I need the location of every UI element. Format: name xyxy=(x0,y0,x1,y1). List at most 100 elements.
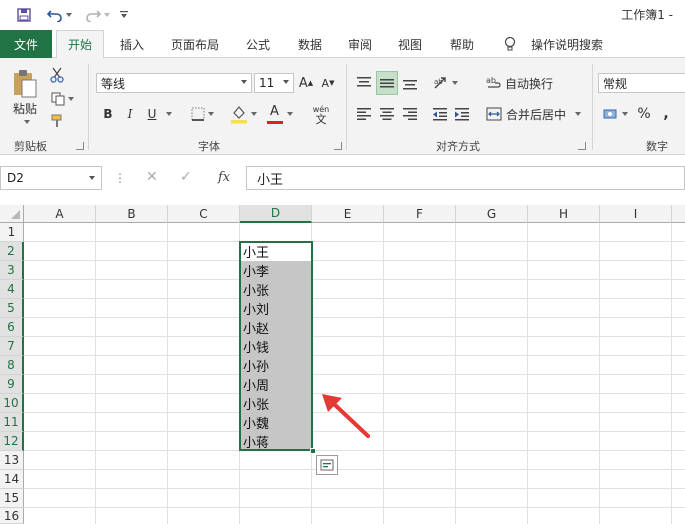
paste-icon[interactable] xyxy=(10,68,40,100)
alignment-launcher-icon[interactable] xyxy=(578,142,586,150)
cell-d10[interactable]: 小张 xyxy=(241,394,312,413)
increase-indent-icon[interactable] xyxy=(452,104,472,124)
percent-style-button[interactable]: % xyxy=(636,104,652,124)
number-format-select[interactable]: 常规 xyxy=(598,73,685,93)
cell-d9[interactable]: 小周 xyxy=(241,375,312,394)
cell-d12[interactable]: 小蒋 xyxy=(241,432,312,451)
row-header[interactable]: 11 xyxy=(0,413,24,432)
clipboard-launcher-icon[interactable] xyxy=(76,142,84,150)
tab-home[interactable]: 开始 xyxy=(56,30,104,59)
more-options-icon[interactable]: ⋮ xyxy=(114,171,126,185)
tab-insert[interactable]: 插入 xyxy=(112,30,152,58)
underline-dropdown-icon[interactable] xyxy=(162,104,172,124)
align-center-icon[interactable] xyxy=(377,104,397,124)
row-header[interactable]: 16 xyxy=(0,508,24,524)
paste-dropdown-icon[interactable] xyxy=(20,118,30,126)
enter-icon[interactable]: ✓ xyxy=(180,169,192,185)
wrap-text-icon[interactable]: ab xyxy=(484,73,504,93)
row-header[interactable]: 2 xyxy=(0,242,24,261)
row-header[interactable]: 1 xyxy=(0,223,24,242)
lightbulb-icon[interactable] xyxy=(498,30,522,58)
row-header[interactable]: 15 xyxy=(0,489,24,508)
row-header[interactable]: 3 xyxy=(0,261,24,280)
insert-function-icon[interactable]: fx xyxy=(218,170,230,185)
align-left-icon[interactable] xyxy=(354,104,374,124)
accounting-format-icon[interactable] xyxy=(600,104,630,124)
column-header-e[interactable]: E xyxy=(312,205,384,223)
underline-button[interactable]: U xyxy=(144,104,160,124)
comma-style-button[interactable]: , xyxy=(658,104,674,124)
cell-d2[interactable]: 小王 xyxy=(241,242,312,261)
wrap-text-button[interactable]: 自动换行 xyxy=(504,73,554,93)
grow-font-icon[interactable]: A ▲ xyxy=(298,73,314,93)
decrease-indent-icon[interactable] xyxy=(430,104,450,124)
cell-d6[interactable]: 小赵 xyxy=(241,318,312,337)
font-color-icon[interactable]: A xyxy=(262,102,296,126)
row-header[interactable]: 12 xyxy=(0,432,24,451)
italic-button[interactable]: I xyxy=(122,104,138,124)
row-header[interactable]: 7 xyxy=(0,337,24,356)
fill-handle[interactable] xyxy=(310,448,316,454)
cell-d7[interactable]: 小钱 xyxy=(241,337,312,356)
align-middle-icon[interactable] xyxy=(376,71,398,95)
row-header[interactable]: 6 xyxy=(0,318,24,337)
font-name-select[interactable]: 等线 xyxy=(96,73,252,93)
phonetic-guide-icon[interactable]: wén 文 xyxy=(304,102,338,128)
column-header-g[interactable]: G xyxy=(456,205,528,223)
shrink-font-icon[interactable]: A ▼ xyxy=(320,73,336,93)
tab-page-layout[interactable]: 页面布局 xyxy=(164,30,226,58)
tab-data[interactable]: 数据 xyxy=(290,30,330,58)
name-box[interactable]: D2 xyxy=(0,166,102,190)
fill-color-icon[interactable] xyxy=(226,102,260,126)
tab-file[interactable]: 文件 xyxy=(0,30,52,58)
row-header[interactable]: 5 xyxy=(0,299,24,318)
select-all-corner[interactable] xyxy=(0,205,24,223)
borders-icon[interactable] xyxy=(188,104,216,124)
redo-icon[interactable] xyxy=(82,6,112,24)
orientation-icon[interactable]: ab xyxy=(430,73,460,93)
row-header[interactable]: 9 xyxy=(0,375,24,394)
column-header-d[interactable]: D xyxy=(240,205,312,223)
copy-icon[interactable] xyxy=(48,90,76,108)
merge-center-icon[interactable] xyxy=(484,104,504,124)
merge-dropdown-icon[interactable] xyxy=(570,104,582,124)
column-header-j[interactable] xyxy=(672,205,685,223)
tab-help[interactable]: 帮助 xyxy=(442,30,482,58)
row-header[interactable]: 8 xyxy=(0,356,24,375)
column-header-a[interactable]: A xyxy=(24,205,96,223)
cell-d4[interactable]: 小张 xyxy=(241,280,312,299)
column-header-h[interactable]: H xyxy=(528,205,600,223)
merge-center-button[interactable]: 合并后居中 xyxy=(504,104,568,124)
formula-input[interactable]: 小王 xyxy=(246,166,685,190)
cell-d5[interactable]: 小刘 xyxy=(241,299,312,318)
undo-icon[interactable] xyxy=(44,6,74,24)
cell-d8[interactable]: 小孙 xyxy=(241,356,312,375)
paste-button[interactable]: 粘贴 xyxy=(8,101,42,116)
cell-d3[interactable]: 小李 xyxy=(241,261,312,280)
tab-review[interactable]: 审阅 xyxy=(340,30,380,58)
format-painter-icon[interactable] xyxy=(48,112,68,130)
tell-me-search[interactable]: 操作说明搜索 xyxy=(526,30,608,58)
cancel-icon[interactable]: ✕ xyxy=(146,169,158,185)
column-header-f[interactable]: F xyxy=(384,205,456,223)
tab-view[interactable]: 视图 xyxy=(390,30,430,58)
column-header-b[interactable]: B xyxy=(96,205,168,223)
row-header[interactable]: 13 xyxy=(0,451,24,470)
font-launcher-icon[interactable] xyxy=(334,142,342,150)
row-header[interactable]: 10 xyxy=(0,394,24,413)
row-header[interactable]: 14 xyxy=(0,470,24,489)
column-header-i[interactable]: I xyxy=(600,205,672,223)
worksheet-grid[interactable]: A B C D E F G H I 1 2 3 4 5 6 7 8 9 10 1… xyxy=(0,205,685,524)
font-size-select[interactable]: 11 xyxy=(254,73,294,93)
cell-d11[interactable]: 小魏 xyxy=(241,413,312,432)
quick-analysis-icon[interactable] xyxy=(316,455,338,475)
cut-icon[interactable] xyxy=(48,66,66,84)
save-icon[interactable] xyxy=(14,6,34,24)
column-header-c[interactable]: C xyxy=(168,205,240,223)
align-bottom-icon[interactable] xyxy=(400,73,420,93)
align-top-icon[interactable] xyxy=(354,73,374,93)
tab-formulas[interactable]: 公式 xyxy=(238,30,278,58)
align-right-icon[interactable] xyxy=(400,104,420,124)
row-header[interactable]: 4 xyxy=(0,280,24,299)
customize-quick-access-icon[interactable] xyxy=(118,6,130,24)
